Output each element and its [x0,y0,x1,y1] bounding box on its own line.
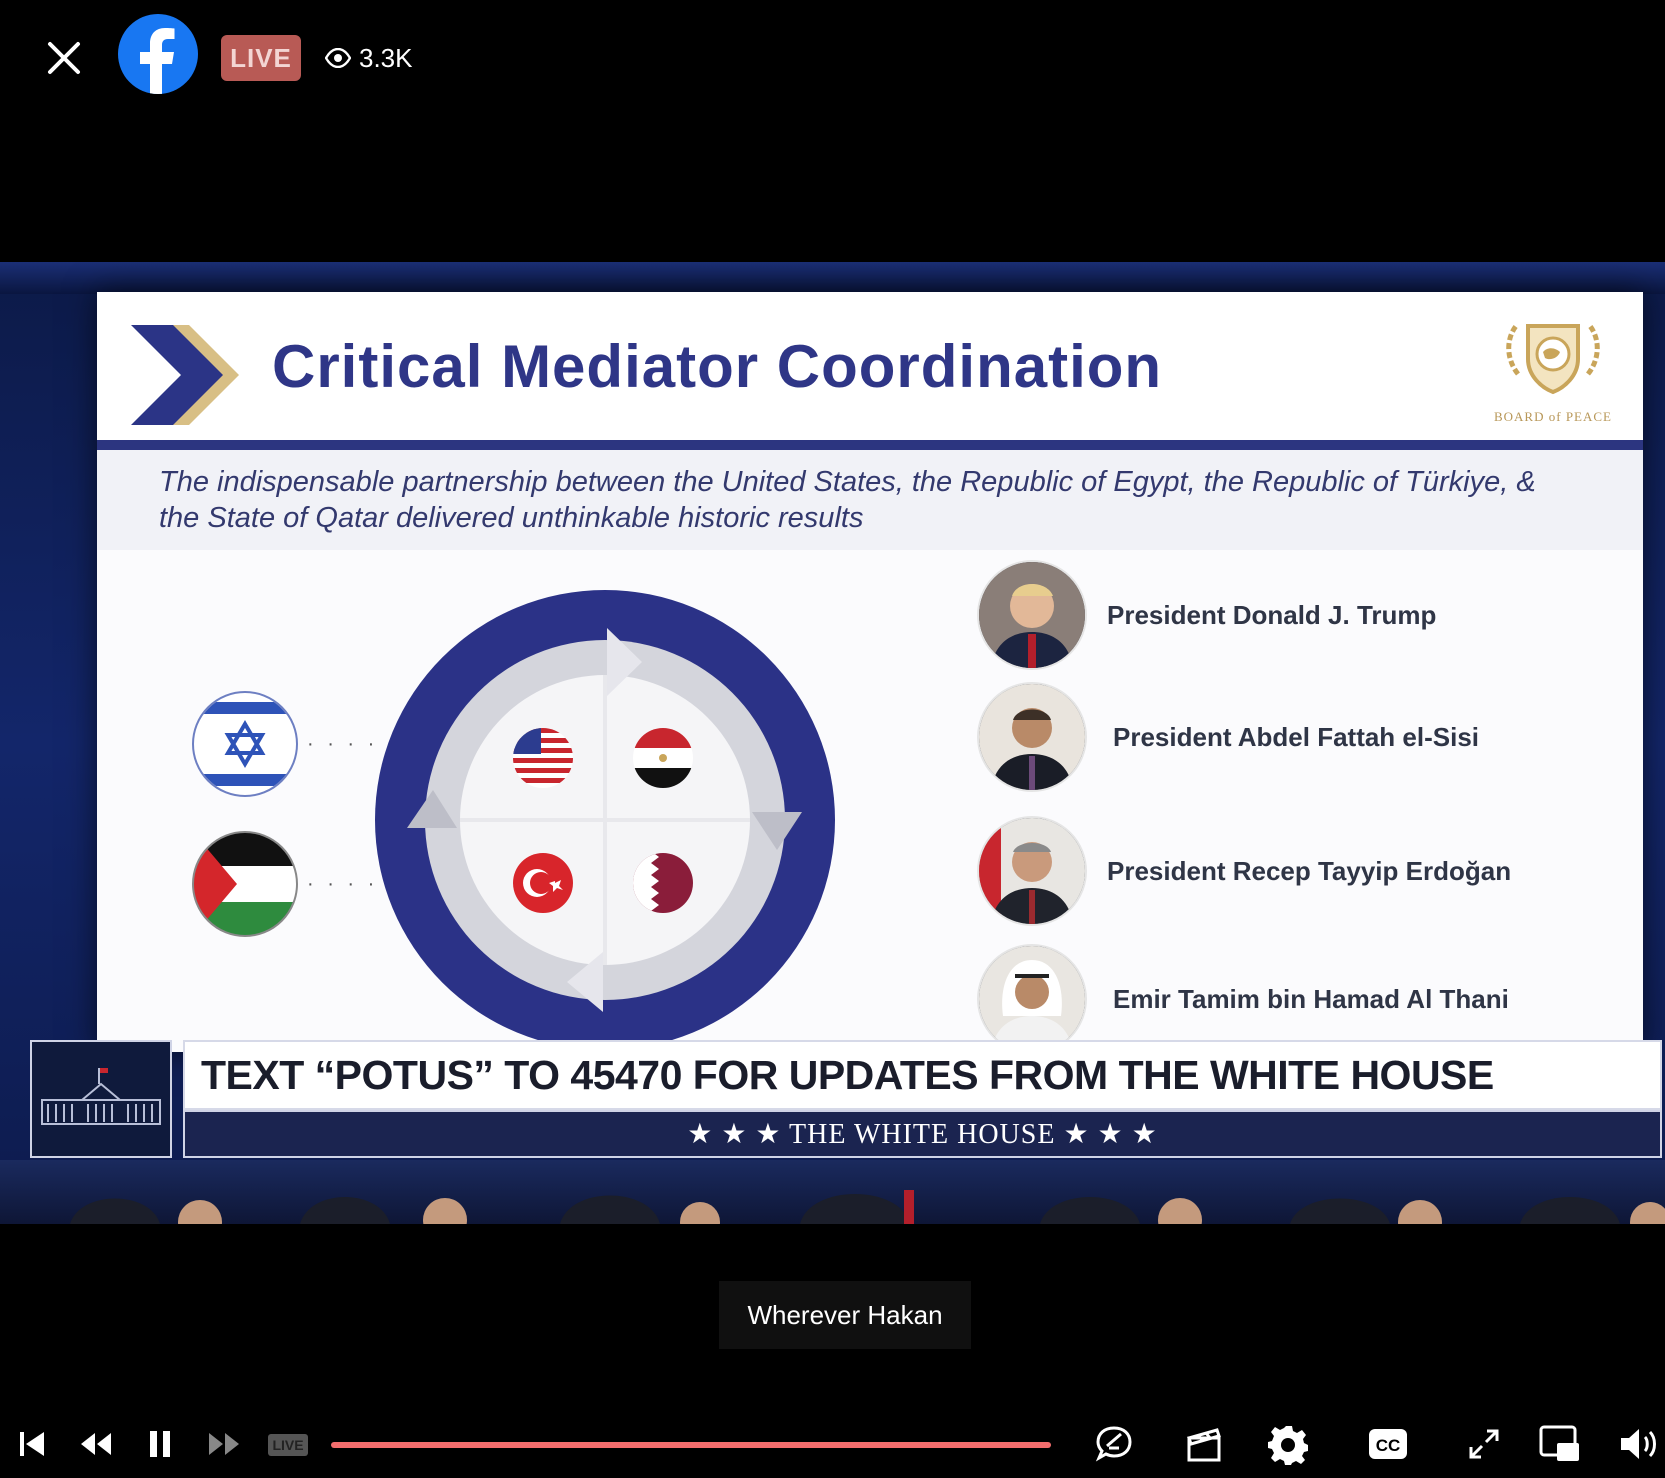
settings-icon [1268,1426,1308,1465]
person-icon [979,946,1085,1052]
headline-text: TEXT “POTUS” TO 45470 FOR UPDATES FROM T… [201,1052,1494,1098]
svg-text:CC: CC [1376,1436,1401,1455]
slide-title: Critical Mediator Coordination [272,333,1163,400]
brand-text: ★ ★ ★ THE WHITE HOUSE ★ ★ ★ [687,1119,1158,1150]
rewind-icon [81,1433,111,1455]
captions-button[interactable]: CC [1364,1420,1412,1468]
eye-icon [325,48,351,68]
clips-button[interactable] [1180,1420,1228,1468]
leaders-list: President Donald J. Trump President Abde… [977,560,1637,1060]
video-player[interactable]: Critical Mediator Coordination BOARD of … [0,262,1665,1224]
israel-connector: · · · · · [307,733,399,755]
lower-third: TEXT “POTUS” TO 45470 FOR UPDATES FROM T… [30,1040,1662,1160]
leader-portrait [977,816,1087,926]
fast-forward-button[interactable] [200,1420,248,1468]
brand-bar: ★ ★ ★ THE WHITE HOUSE ★ ★ ★ [183,1110,1662,1158]
leader-portrait [977,682,1087,792]
leader-name: President Abdel Fattah el-Sisi [1113,721,1480,752]
clips-icon [1187,1428,1221,1462]
facebook-f-icon [140,28,175,94]
leader-item: Emir Tamim bin Hamad Al Thani [977,944,1637,1054]
israel-flag [192,691,298,797]
facebook-logo [118,14,198,94]
seal-text: BOARD of PEACE [1493,409,1612,424]
subtitle-band: The indispensable partnership between th… [97,450,1643,550]
leader-item: President Abdel Fattah el-Sisi [977,682,1637,792]
palestine-flag [192,831,298,937]
pause-button[interactable] [136,1420,184,1468]
leader-portrait [977,560,1087,670]
viewer-count: 3.3K [325,42,413,74]
closed-caption: Wherever Hakan [719,1281,971,1349]
close-button[interactable] [40,34,88,82]
person-icon [979,818,1085,924]
white-house-icon [32,1042,170,1156]
person-icon [979,684,1085,790]
person-icon [979,562,1085,668]
turkey-flag [513,853,573,913]
white-house-thumbnail [30,1040,172,1158]
comments-icon [1095,1426,1132,1462]
captions-icon: CC [1369,1429,1407,1459]
leader-name: President Recep Tayyip Erdoğan [1107,855,1512,886]
fullscreen-icon [1469,1429,1499,1459]
live-indicator[interactable]: LIVE [268,1434,308,1456]
leader-item: President Recep Tayyip Erdoğan [977,816,1637,926]
volume-icon [1621,1429,1656,1459]
pip-button[interactable] [1536,1420,1584,1468]
leader-name: President Donald J. Trump [1107,599,1437,630]
pip-icon [1539,1425,1579,1461]
leader-item: President Donald J. Trump [977,560,1637,670]
progress-bar[interactable] [331,1442,1051,1448]
audience-row [0,1160,1665,1224]
mediation-diagram: · · · · · · · · · · [192,590,835,1050]
slide-header: Critical Mediator Coordination BOARD of … [97,292,1643,450]
fullscreen-button[interactable] [1460,1420,1508,1468]
fast-forward-icon [209,1433,239,1455]
slide-subtitle: The indispensable partnership between th… [159,466,1536,534]
player-controls: LIVE CC [0,1408,1665,1478]
leader-portrait [977,944,1087,1054]
settings-button[interactable] [1265,1420,1313,1468]
headline-bar: TEXT “POTUS” TO 45470 FOR UPDATES FROM T… [183,1040,1662,1110]
rewind-button[interactable] [72,1420,120,1468]
audience-silhouettes [70,1190,1665,1224]
board-of-peace-seal: BOARD of PEACE [1493,314,1613,425]
live-badge: LIVE [221,35,301,81]
pause-icon [150,1431,170,1457]
close-icon [48,42,80,74]
seal-emblem-icon [1506,324,1600,395]
comments-button[interactable] [1090,1420,1138,1468]
volume-button[interactable] [1616,1420,1664,1468]
skip-back-icon [20,1432,44,1456]
chevron-logo-icon [131,325,239,425]
skip-back-button[interactable] [8,1420,56,1468]
stage-lighting [0,262,1665,294]
leader-name: Emir Tamim bin Hamad Al Thani [1113,983,1509,1014]
presentation-slide: Critical Mediator Coordination BOARD of … [97,292,1643,1054]
viewer-count-text: 3.3K [359,42,413,73]
